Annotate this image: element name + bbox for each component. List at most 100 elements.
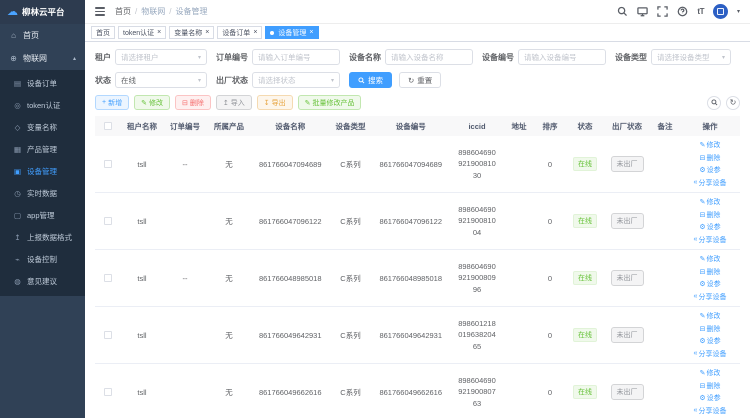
row-share-device-link[interactable]: « 分享设备: [694, 349, 727, 359]
header-sort: 排序: [534, 121, 566, 132]
font-size-icon[interactable]: tT: [697, 7, 704, 16]
row-delete-link[interactable]: ⊟ 删除: [700, 153, 721, 163]
row-checkbox[interactable]: [104, 331, 112, 339]
sidebar-submenu-item[interactable]: ▢ app管理: [0, 204, 85, 226]
factory-status-badge[interactable]: 未出厂: [611, 213, 644, 229]
factory-status-badge[interactable]: 未出厂: [611, 384, 644, 400]
row-checkbox[interactable]: [104, 388, 112, 396]
share-icon: «: [694, 293, 698, 300]
fullscreen-icon[interactable]: [657, 6, 668, 17]
sidebar-submenu-item[interactable]: ◎ token认证: [0, 94, 85, 116]
monitor-icon[interactable]: [637, 6, 648, 17]
factory-status-badge[interactable]: 未出厂: [611, 156, 644, 172]
submenu-item-icon: ◍: [13, 277, 22, 286]
row-checkbox[interactable]: [104, 217, 112, 225]
factory-status-select[interactable]: 请选择状态 ▾: [252, 72, 340, 88]
sidebar-group-iot[interactable]: ⊕ 物联网 ▴: [0, 47, 85, 70]
row-share-device-link[interactable]: « 分享设备: [694, 292, 727, 302]
search-icon[interactable]: [617, 6, 628, 17]
batch-edit-product-button[interactable]: ✎ 批量修改产品: [298, 95, 362, 110]
sidebar-submenu-item[interactable]: ↥ 上报数据格式: [0, 226, 85, 248]
row-edit-link[interactable]: ✎ 修改: [700, 254, 721, 264]
close-icon[interactable]: ×: [253, 29, 257, 36]
close-icon[interactable]: ×: [205, 29, 209, 36]
close-icon[interactable]: ×: [157, 29, 161, 36]
breadcrumb-home[interactable]: 首页: [115, 6, 131, 17]
row-share-device-link[interactable]: « 分享设备: [694, 178, 727, 188]
sidebar-submenu-item[interactable]: ▤ 设备订单: [0, 72, 85, 94]
sidebar-submenu-item[interactable]: ⌁ 设备控制: [0, 248, 85, 270]
edit-icon: ✎: [141, 99, 147, 107]
submenu-item-label: 设备控制: [27, 254, 57, 265]
row-edit-link[interactable]: ✎ 修改: [700, 140, 721, 150]
sidebar-group-label: 物联网: [23, 53, 47, 64]
cell-operations: ✎ 修改 ⊟ 删除 ⚙ 设参: [680, 368, 740, 416]
tab-token-auth[interactable]: token认证 ×: [118, 26, 166, 39]
share-icon: «: [694, 179, 698, 186]
row-checkbox[interactable]: [104, 160, 112, 168]
sidebar-submenu-item[interactable]: ◷ 实时数据: [0, 182, 85, 204]
row-delete-label: 删除: [706, 324, 720, 334]
chevron-down-icon[interactable]: ▾: [737, 8, 740, 15]
row-edit-link[interactable]: ✎ 修改: [700, 368, 721, 378]
row-share-device-link[interactable]: « 分享设备: [694, 406, 727, 416]
import-button[interactable]: ↥ 导入: [216, 95, 252, 110]
device-name-input[interactable]: [391, 53, 467, 62]
tab-device-order[interactable]: 设备订单 ×: [217, 26, 262, 39]
edit-button[interactable]: ✎ 修改: [134, 95, 170, 110]
row-set-params-link[interactable]: ⚙ 设参: [699, 165, 720, 175]
device-no-input[interactable]: [524, 53, 600, 62]
header-factory-status: 出厂状态: [604, 121, 650, 132]
row-checkbox[interactable]: [104, 274, 112, 282]
row-share-device-label: 分享设备: [698, 349, 726, 359]
sidebar-submenu-item[interactable]: ◍ 意见建议: [0, 270, 85, 292]
refresh-button[interactable]: ↻: [726, 96, 740, 110]
search-button[interactable]: 搜索: [349, 72, 392, 88]
factory-status-badge[interactable]: 未出厂: [611, 270, 644, 286]
tenant-select[interactable]: 请选择租户 ▾: [115, 49, 207, 65]
sidebar-item-home[interactable]: ⌂ 首页: [0, 24, 85, 47]
sidebar-submenu-item[interactable]: ◇ 变量名称: [0, 116, 85, 138]
order-no-field[interactable]: [252, 49, 340, 65]
factory-status-placeholder: 请选择状态: [258, 75, 328, 86]
close-icon[interactable]: ×: [309, 29, 313, 36]
breadcrumb: 首页 / 物联网 / 设备管理: [115, 6, 207, 17]
row-delete-label: 删除: [706, 267, 720, 277]
sidebar-submenu-item[interactable]: ▦ 产品管理: [0, 138, 85, 160]
row-set-params-link[interactable]: ⚙ 设参: [699, 393, 720, 403]
row-edit-label: 修改: [706, 311, 720, 321]
navbar-actions: tT ▾: [617, 4, 740, 19]
main-area: 首页 / 物联网 / 设备管理 tT: [85, 0, 750, 418]
row-set-params-link[interactable]: ⚙ 设参: [699, 222, 720, 232]
reset-button[interactable]: ↻ 重置: [399, 72, 441, 88]
row-delete-link[interactable]: ⊟ 删除: [700, 324, 721, 334]
add-button[interactable]: + 新增: [95, 95, 129, 110]
row-edit-link[interactable]: ✎ 修改: [700, 197, 721, 207]
sidebar-submenu-item[interactable]: ▣ 设备管理: [0, 160, 85, 182]
edit-icon: ✎: [700, 312, 706, 320]
row-share-device-link[interactable]: « 分享设备: [694, 235, 727, 245]
tab-variable-name[interactable]: 变量名称 ×: [169, 26, 214, 39]
toggle-search-button[interactable]: [707, 96, 721, 110]
select-all-checkbox[interactable]: [104, 122, 112, 130]
cell-status: 在线: [566, 271, 604, 285]
avatar[interactable]: [713, 4, 728, 19]
row-edit-link[interactable]: ✎ 修改: [700, 311, 721, 321]
status-select[interactable]: 在线 ▾: [115, 72, 207, 88]
row-set-params-link[interactable]: ⚙ 设参: [699, 279, 720, 289]
order-no-input[interactable]: [258, 53, 334, 62]
tab-home[interactable]: 首页: [91, 26, 115, 39]
help-icon[interactable]: [677, 6, 688, 17]
device-name-field[interactable]: [385, 49, 473, 65]
row-delete-link[interactable]: ⊟ 删除: [700, 267, 721, 277]
export-button[interactable]: ↧ 导出: [257, 95, 293, 110]
row-delete-link[interactable]: ⊟ 删除: [700, 381, 721, 391]
row-set-params-link[interactable]: ⚙ 设参: [699, 336, 720, 346]
hamburger-icon[interactable]: [95, 7, 105, 16]
delete-button[interactable]: ⊟ 删除: [175, 95, 211, 110]
factory-status-badge[interactable]: 未出厂: [611, 327, 644, 343]
row-delete-link[interactable]: ⊟ 删除: [700, 210, 721, 220]
tab-device-management[interactable]: 设备管理 ×: [265, 26, 318, 39]
device-no-field[interactable]: [518, 49, 606, 65]
device-type-select[interactable]: 请选择设备类型 ▾: [651, 49, 731, 65]
